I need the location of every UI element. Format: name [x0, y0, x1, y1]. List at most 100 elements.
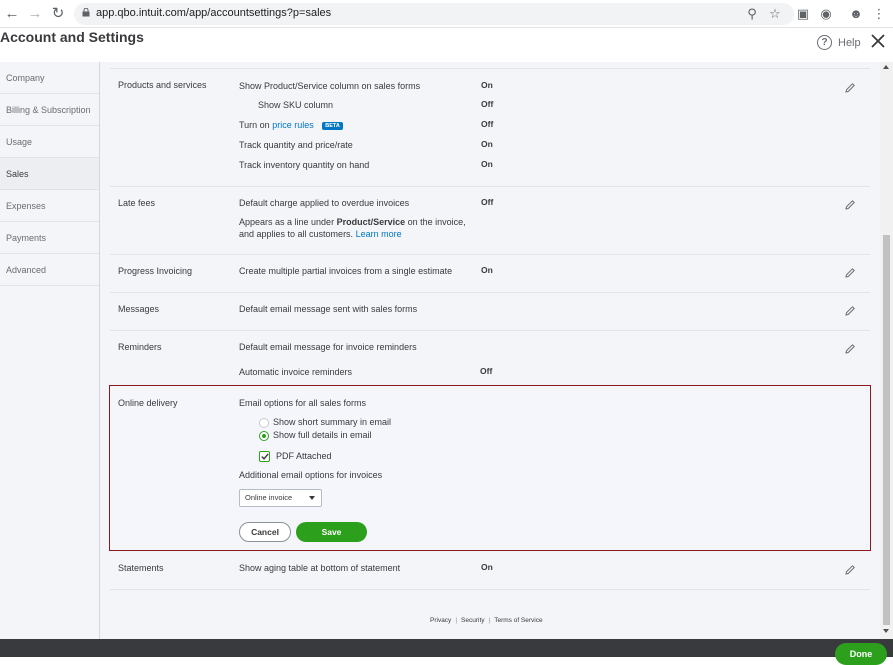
pencil-edit-icon[interactable] — [844, 564, 856, 576]
save-button[interactable]: Save — [296, 522, 367, 542]
divider — [110, 330, 870, 331]
arrow-left-icon[interactable]: ← — [4, 6, 20, 22]
extension-icon[interactable]: ▣ — [795, 6, 811, 22]
profile-icon[interactable]: ☻ — [848, 6, 864, 22]
close-icon[interactable] — [869, 32, 887, 50]
radio-short-summary-label[interactable]: Show short summary in email — [273, 417, 391, 427]
note-text: on the invoice, — [407, 217, 466, 227]
sidebar-item-billing[interactable]: Billing & Subscription — [0, 94, 99, 126]
scroll-up-arrow-icon[interactable] — [883, 65, 889, 69]
setting-value: Off — [481, 119, 494, 129]
note-text: Appears as a line under — [239, 217, 335, 227]
price-rules-link[interactable]: price rules — [272, 120, 314, 130]
email-options-label: Email options for all sales forms — [239, 398, 367, 408]
sidebar-item-company[interactable]: Company — [0, 62, 99, 94]
sidebar-item-advanced[interactable]: Advanced — [0, 254, 99, 286]
setting-label: Show aging table at bottom of statement — [239, 563, 401, 573]
scroll-down-arrow-icon[interactable] — [883, 629, 889, 633]
zoom-icon[interactable]: ⚲ — [744, 6, 760, 22]
setting-label: Automatic invoice reminders — [239, 367, 353, 377]
online-delivery-panel: Online delivery Email options for all sa… — [109, 385, 871, 551]
additional-email-options-label: Additional email options for invoices — [239, 470, 383, 480]
setting-label-prefix: Turn on — [239, 120, 270, 130]
radio-full-details-label[interactable]: Show full details in email — [273, 430, 372, 440]
reload-icon[interactable]: ↻ — [50, 6, 66, 22]
section-title-progress-invoicing[interactable]: Progress Invoicing — [118, 266, 192, 276]
bottom-action-bar: Done — [0, 639, 893, 665]
radio-short-summary[interactable] — [259, 418, 269, 428]
divider — [110, 589, 870, 590]
pdf-attached-checkbox[interactable] — [259, 451, 270, 462]
section-title-products[interactable]: Products and services — [118, 80, 207, 90]
chevron-down-icon — [309, 496, 315, 500]
setting-label: Create multiple partial invoices from a … — [239, 266, 453, 276]
cancel-button[interactable]: Cancel — [239, 522, 291, 542]
late-fees-note-line1: Appears as a line under Product/Service … — [239, 217, 466, 227]
pdf-attached-label[interactable]: PDF Attached — [276, 451, 332, 461]
pencil-edit-icon[interactable] — [844, 82, 856, 94]
setting-value: Off — [481, 197, 494, 207]
divider — [110, 254, 870, 255]
setting-value: On — [481, 265, 493, 275]
security-link[interactable]: Security — [461, 617, 484, 624]
pencil-edit-icon[interactable] — [844, 267, 856, 279]
footer-separator: | — [488, 617, 491, 624]
divider — [110, 68, 870, 69]
section-title-late-fees[interactable]: Late fees — [118, 198, 155, 208]
scrollbar-thumb[interactable] — [883, 235, 890, 625]
section-title-reminders[interactable]: Reminders — [118, 342, 162, 352]
browser-toolbar: ← → ↻ app.qbo.intuit.com/app/accountsett… — [0, 0, 893, 28]
terms-link[interactable]: Terms of Service — [494, 617, 542, 624]
page-title: Account and Settings — [0, 29, 144, 45]
setting-label: Default charge applied to overdue invoic… — [239, 198, 410, 208]
setting-value: Off — [481, 99, 494, 109]
settings-main: Products and services Show Product/Servi… — [100, 62, 880, 639]
setting-label: Show Product/Service column on sales for… — [239, 81, 421, 91]
footer-separator: | — [455, 617, 458, 624]
eye-icon[interactable]: ◉ — [818, 6, 834, 22]
setting-label: Track quantity and price/rate — [239, 140, 353, 150]
setting-label: Track inventory quantity on hand — [239, 160, 370, 170]
footer-links: Privacy | Security | Terms of Service — [430, 617, 543, 624]
setting-value: Off — [480, 366, 493, 376]
late-fees-note-line2: and applies to all customers. Learn more — [239, 229, 402, 239]
kebab-menu-icon[interactable]: ⋮ — [871, 6, 887, 22]
checkmark-icon — [261, 453, 269, 460]
help-icon: ? — [817, 35, 832, 50]
divider — [110, 292, 870, 293]
select-value: Online invoice — [245, 493, 293, 502]
setting-label: Default email message for invoice remind… — [239, 342, 417, 352]
divider — [110, 186, 870, 187]
main-scrollbar[interactable] — [880, 62, 893, 639]
sidebar-item-usage[interactable]: Usage — [0, 126, 99, 158]
setting-value: On — [481, 80, 493, 90]
pencil-edit-icon[interactable] — [844, 199, 856, 211]
settings-sidebar: Company Billing & Subscription Usage Sal… — [0, 62, 100, 657]
help-label: Help — [838, 37, 861, 49]
lock-icon — [82, 8, 90, 17]
arrow-right-icon[interactable]: → — [27, 6, 43, 22]
setting-label-price-rules: Turn on price rules BETA — [239, 120, 343, 130]
sidebar-item-payments[interactable]: Payments — [0, 222, 99, 254]
section-title-messages[interactable]: Messages — [118, 304, 159, 314]
star-icon[interactable]: ☆ — [767, 6, 783, 22]
beta-badge: BETA — [322, 122, 343, 130]
setting-label: Show SKU column — [258, 100, 334, 110]
privacy-link[interactable]: Privacy — [430, 617, 451, 624]
setting-value: On — [481, 159, 493, 169]
pencil-edit-icon[interactable] — [844, 305, 856, 317]
sidebar-item-expenses[interactable]: Expenses — [0, 190, 99, 222]
sidebar-item-sales[interactable]: Sales — [0, 158, 99, 190]
setting-value: On — [481, 139, 493, 149]
done-button[interactable]: Done — [835, 643, 887, 665]
learn-more-link[interactable]: Learn more — [356, 229, 402, 239]
setting-label: Default email message sent with sales fo… — [239, 304, 418, 314]
url-text[interactable]: app.qbo.intuit.com/app/accountsettings?p… — [96, 7, 331, 19]
note-text: and applies to all customers. — [239, 229, 354, 239]
radio-full-details[interactable] — [259, 431, 269, 441]
pencil-edit-icon[interactable] — [844, 343, 856, 355]
section-title-online-delivery: Online delivery — [118, 398, 178, 408]
section-title-statements[interactable]: Statements — [118, 563, 164, 573]
invoice-email-option-select[interactable]: Online invoice — [239, 489, 322, 507]
setting-value: On — [481, 562, 493, 572]
